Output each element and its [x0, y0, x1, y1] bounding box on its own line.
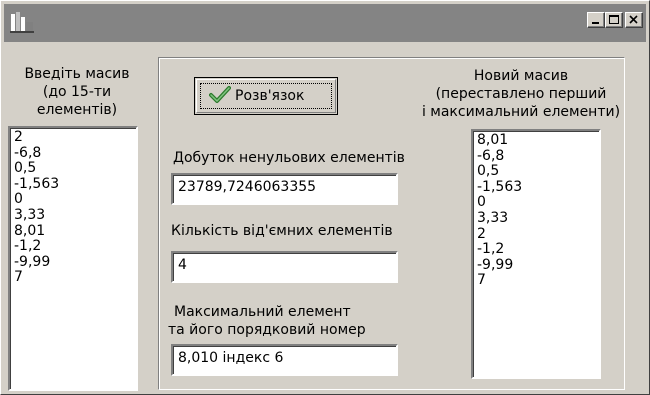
list-item[interactable]: 2	[477, 226, 599, 243]
close-icon	[629, 15, 638, 24]
input-array-label: Введіть масив (до 15-ти елементів)	[5, 65, 149, 119]
max-element-label: Максимальний елемент та його порядковий …	[168, 303, 366, 339]
output-array-listbox[interactable]: 8,01 -6,8 0,5 -1,563 0 3,33 2 -1,2 -9,99 7	[471, 129, 601, 379]
output-array-label: Новий масив (переставлено перший і макси…	[396, 67, 646, 121]
list-item[interactable]: 7	[477, 273, 599, 289]
list-item[interactable]: -6,8	[14, 145, 136, 162]
checkmark-icon	[209, 86, 231, 103]
product-field[interactable]: 23789,7246063355	[171, 173, 398, 205]
list-item[interactable]: -1,563	[14, 176, 136, 193]
list-item[interactable]: 0,5	[14, 161, 136, 177]
input-array-listbox[interactable]: 2 -6,8 0,5 -1,563 0 3,33 8,01 -1,2 -9,99 7	[8, 126, 138, 391]
minimize-button[interactable]	[587, 12, 605, 28]
solve-button[interactable]: Розв'язок	[194, 77, 338, 115]
main-window: Введіть масив (до 15-ти елементів) 2 -6,8…	[0, 0, 650, 395]
solve-button-label: Розв'язок	[235, 88, 305, 104]
list-item[interactable]: -6,8	[477, 148, 599, 165]
list-item[interactable]: 3,33	[14, 207, 136, 224]
max-element-field[interactable]: 8,010 індекс 6	[171, 344, 398, 376]
list-item[interactable]: 2	[14, 129, 136, 146]
list-item[interactable]: 0	[14, 192, 136, 208]
list-item[interactable]: -1,2	[14, 239, 136, 255]
list-item[interactable]: 0,5	[477, 164, 599, 180]
list-item[interactable]: 8,01	[477, 132, 599, 149]
app-icon	[10, 12, 34, 33]
output-label-line2: (переставлено перший	[435, 86, 607, 102]
product-label: Добуток ненульових елементів	[173, 150, 405, 166]
max-label-line2: та його порядковий номер	[168, 322, 366, 338]
title-bar[interactable]	[4, 4, 646, 42]
output-label-line3: і максимальний елементи)	[421, 104, 621, 120]
list-item[interactable]: -1,2	[477, 242, 599, 258]
maximize-icon	[609, 15, 619, 24]
minimize-icon	[592, 22, 599, 24]
negatives-count-field[interactable]: 4	[171, 251, 398, 283]
input-label-line1: Введіть масив	[24, 66, 130, 82]
input-label-line2: (до 15-ти	[42, 84, 112, 100]
list-item[interactable]: 7	[14, 270, 136, 286]
list-item[interactable]: 3,33	[477, 210, 599, 227]
max-label-line1: Максимальний елемент	[174, 304, 351, 320]
list-item[interactable]: 8,01	[14, 223, 136, 240]
list-item[interactable]: -1,563	[477, 179, 599, 196]
maximize-button[interactable]	[605, 12, 623, 28]
list-item[interactable]: -9,99	[14, 254, 136, 271]
input-label-line3: елементів)	[36, 102, 118, 118]
list-item[interactable]: 0	[477, 195, 599, 211]
output-label-line1: Новий масив	[473, 68, 569, 84]
list-item[interactable]: -9,99	[477, 257, 599, 274]
negatives-label: Кількість від'ємних елементів	[171, 223, 393, 239]
close-button[interactable]	[625, 12, 643, 28]
